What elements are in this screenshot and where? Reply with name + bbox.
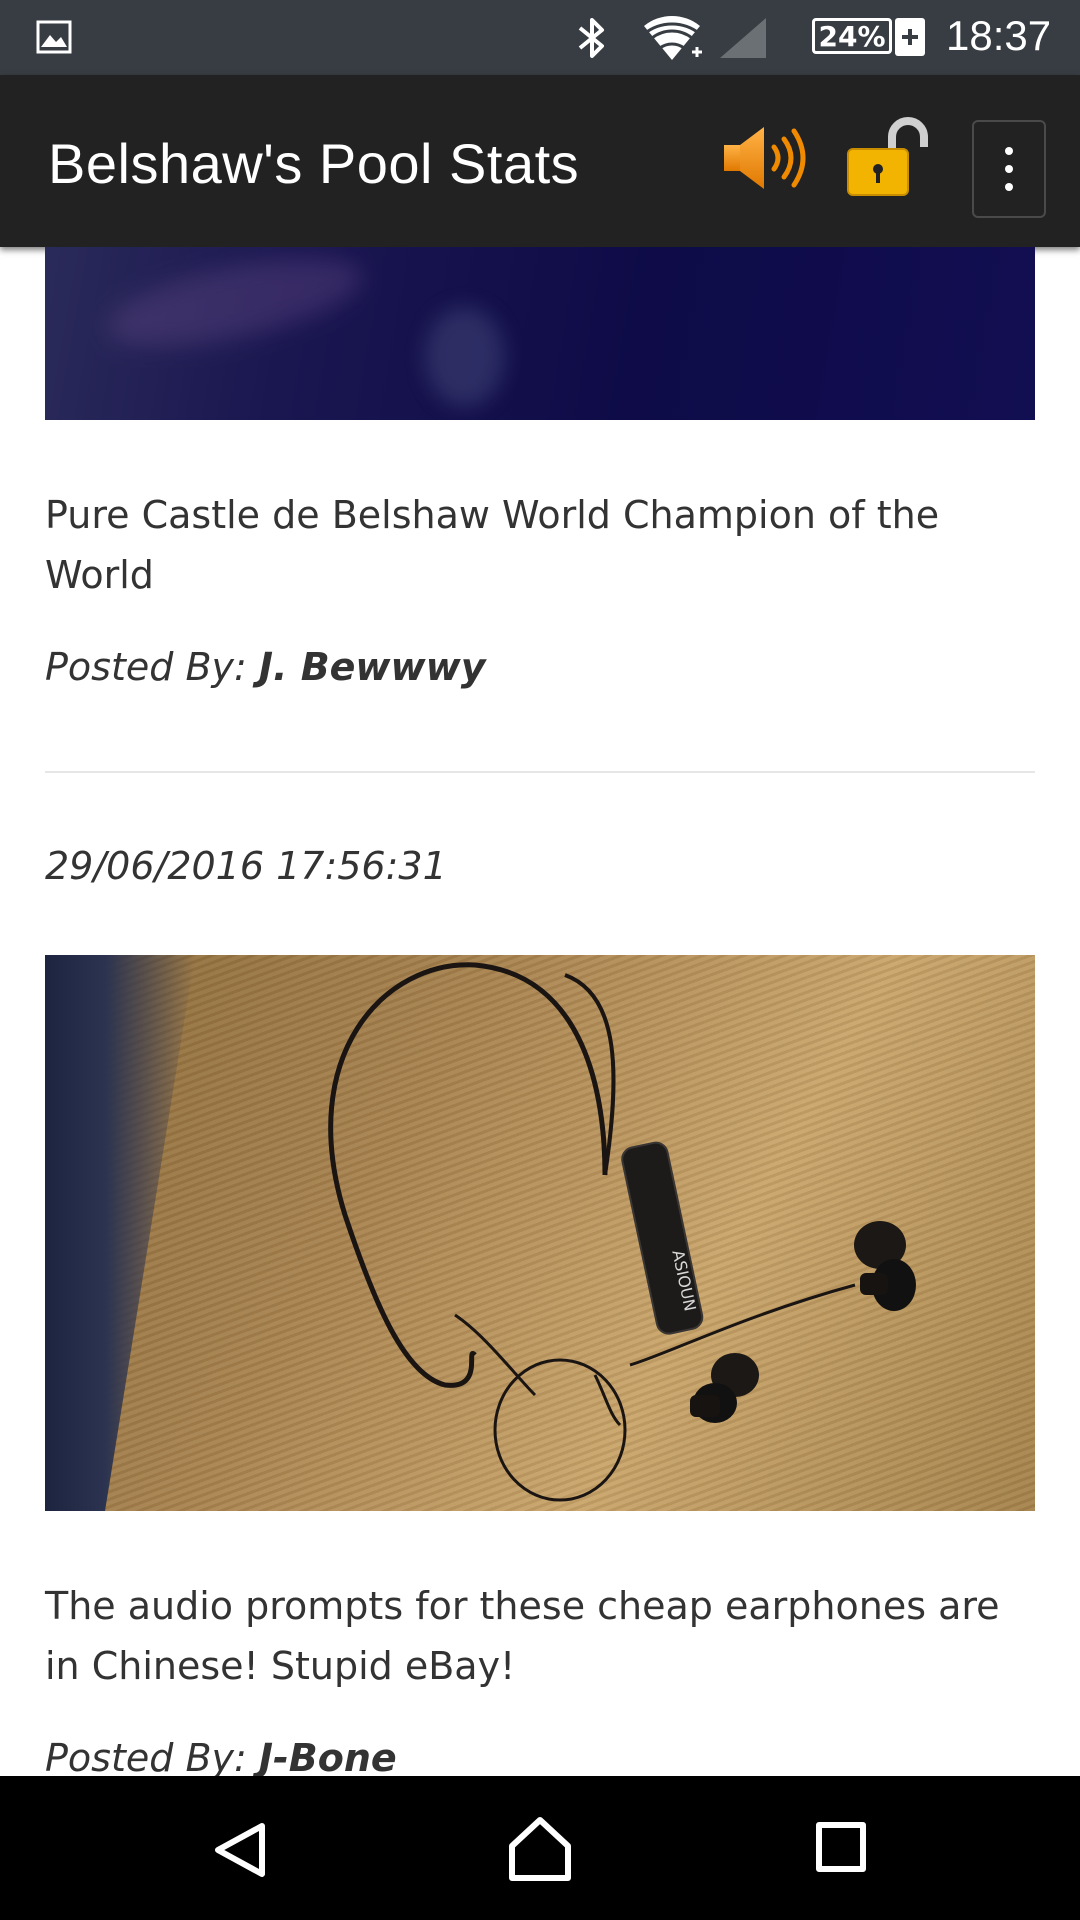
post-feed[interactable]: Pure Castle de Belshaw World Champion of… (0, 247, 1080, 1776)
status-bar: 24% 18:37 (0, 0, 1080, 75)
overflow-menu-icon (1005, 147, 1013, 155)
post-author: J. Bewwwy (258, 645, 486, 689)
post-author: J-Bone (258, 1736, 397, 1776)
post-divider (45, 771, 1035, 773)
unlocked-padlock-icon[interactable] (846, 117, 936, 199)
posted-by-label: Posted By: (45, 645, 259, 689)
cell-signal-icon (720, 18, 766, 58)
system-nav-bar (0, 1776, 1080, 1920)
back-icon[interactable] (210, 1820, 270, 1880)
bluetooth-icon (578, 18, 604, 58)
battery-percent: 24% (818, 19, 886, 53)
posted-by: Posted By: J-Bone (45, 1736, 397, 1776)
post-timestamp: 29/06/2016 17:56:31 (45, 844, 447, 888)
page-title: Belshaw's Pool Stats (48, 132, 580, 195)
overflow-menu-button[interactable] (972, 120, 1046, 218)
speaker-icon[interactable] (722, 123, 808, 193)
post-caption: Pure Castle de Belshaw World Champion of… (45, 493, 940, 597)
app-bar: Belshaw's Pool Stats (0, 75, 1080, 247)
clock: 18:37 (946, 12, 1052, 59)
charging-plus-icon (895, 18, 925, 56)
home-icon[interactable] (508, 1816, 572, 1882)
posted-by: Posted By: J. Bewwwy (45, 645, 486, 689)
posted-by-label: Posted By: (45, 1736, 259, 1776)
earphones-photo: ASIOUN (328, 962, 916, 1502)
battery-icon: 24% (812, 18, 892, 54)
post-image: ASIOUN (45, 955, 1035, 1511)
post-image (45, 247, 1035, 420)
gallery-icon (36, 20, 72, 54)
recents-icon[interactable] (816, 1822, 866, 1872)
post-caption: The audio prompts for these cheap earpho… (45, 1584, 1000, 1688)
wifi-icon (643, 15, 702, 60)
